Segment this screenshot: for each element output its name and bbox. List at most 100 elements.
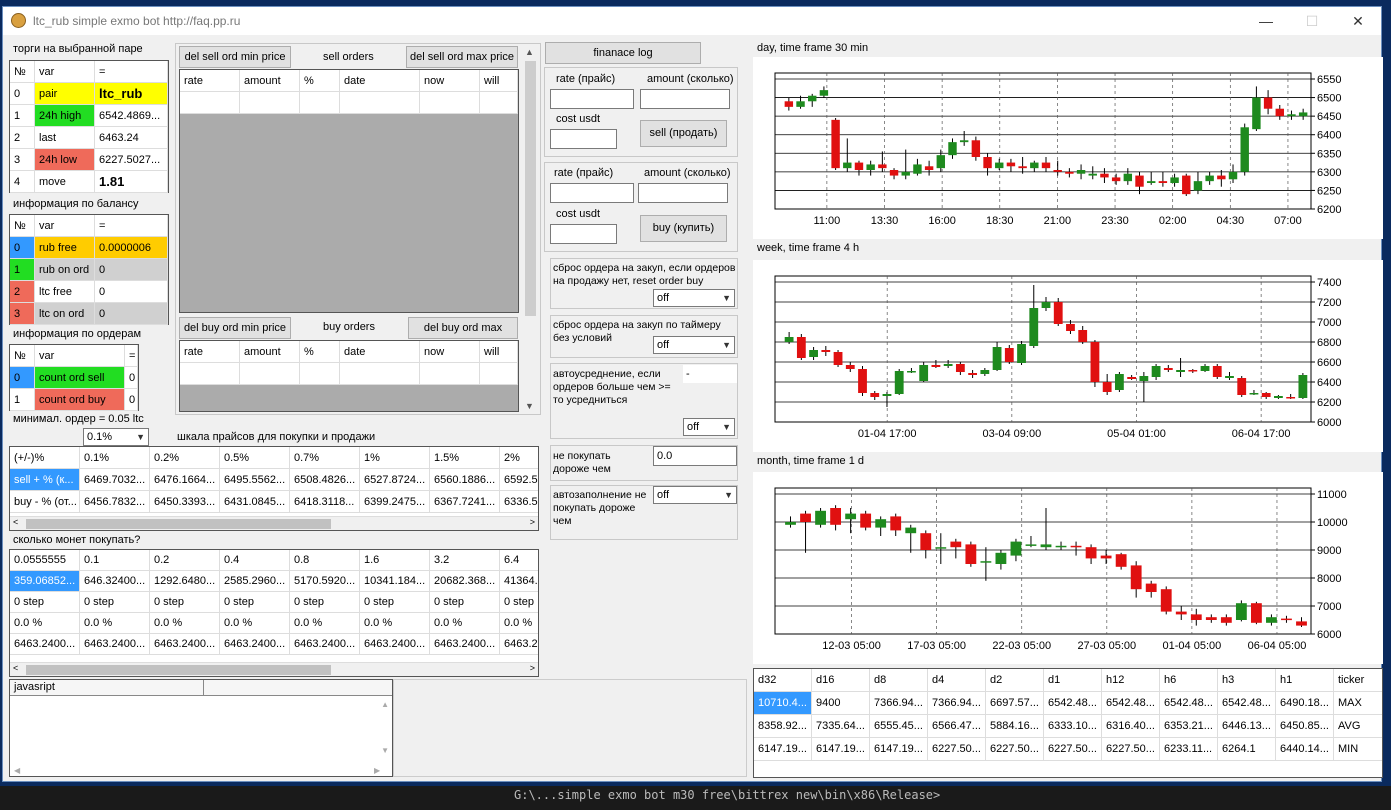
close-button[interactable]: ✕ [1335, 7, 1381, 35]
maximize-button[interactable]: ☐ [1289, 7, 1335, 35]
scrollbar-thumb[interactable] [525, 61, 536, 316]
cell[interactable]: last [35, 127, 95, 149]
cell[interactable]: pair [35, 83, 95, 105]
orders-grid[interactable]: № var = 0 count ord sell 0 1 count ord buy 0 [9, 344, 139, 411]
sell-cost-input[interactable] [550, 129, 617, 149]
candle-body [1160, 589, 1172, 612]
cell[interactable]: 24h low [35, 149, 95, 171]
avg-input[interactable]: - [683, 365, 737, 383]
header-cell: date [340, 70, 420, 92]
cell[interactable]: ltc on ord [35, 303, 95, 325]
cell[interactable]: move [35, 171, 95, 193]
cell[interactable]: count ord buy [35, 389, 125, 411]
candle-body [1200, 366, 1210, 371]
candle-body [1066, 324, 1075, 331]
del-sell-max-button[interactable]: del sell ord max price [406, 46, 518, 68]
empty-cell[interactable] [300, 92, 340, 114]
candle-body [785, 522, 796, 525]
candle-body [1190, 614, 1202, 620]
buy-rate-input[interactable] [550, 183, 634, 203]
minimize-button[interactable]: — [1243, 7, 1289, 35]
avg-select[interactable]: off ▼ [683, 418, 735, 436]
empty-cell[interactable] [340, 92, 420, 114]
empty-cell[interactable] [420, 92, 480, 114]
horizontal-scrollbar[interactable]: < > [10, 516, 538, 530]
scroll-up-icon[interactable]: ▲ [381, 700, 389, 709]
candle-body [965, 544, 977, 564]
candle-body [992, 347, 1002, 370]
coins-grid[interactable]: 0.0555555 0.1 0.2 0.4 0.8 1.6 3.2 6.4 359.06852.… [9, 549, 539, 677]
empty-cell[interactable] [240, 92, 300, 114]
candle-body [1053, 170, 1062, 172]
cell[interactable]: rub on ord [35, 259, 95, 281]
sell-rate-input[interactable] [550, 89, 634, 109]
header-cell: var [35, 345, 125, 367]
buy-button[interactable]: buy (купить) [640, 215, 727, 242]
orders-scrollbar[interactable]: ▲ ▼ [522, 45, 539, 413]
scroll-up-icon[interactable]: ▲ [525, 47, 534, 57]
scroll-down-icon[interactable]: ▼ [381, 746, 389, 755]
price-scale-grid[interactable]: (+/-)% 0.1% 0.2% 0.5% 0.7% 1% 1.5% 2% sell + % (… [9, 446, 539, 531]
buy-cost-input[interactable] [550, 224, 617, 244]
del-buy-max-button[interactable]: del buy ord max [408, 317, 518, 339]
del-sell-min-button[interactable]: del sell ord min price [179, 46, 291, 68]
buy-amount-input[interactable] [638, 183, 728, 203]
empty-cell[interactable] [300, 363, 340, 385]
del-buy-min-button[interactable]: del buy ord min price [179, 317, 291, 339]
nobuy-input[interactable]: 0.0 [653, 446, 737, 466]
scroll-down-icon[interactable]: ▼ [525, 401, 534, 411]
reset1-select[interactable]: off ▼ [653, 289, 735, 307]
pair-grid[interactable]: № var = 0 pair ltc_rub 1 24h high 6542.4869... 2 l… [9, 60, 169, 193]
javascript-panel[interactable]: javasript ▲ ▼ ◀ ▶ [9, 679, 393, 777]
balance-grid[interactable]: № var = 0 rub free 0.0000006 1 rub on ord 0 2 ltc … [9, 214, 169, 325]
nobuy-text: не покупать дороже чем [553, 450, 611, 475]
empty-cell[interactable] [180, 92, 240, 114]
cell: 0 step [220, 592, 290, 613]
chevron-down-icon: ▼ [722, 340, 731, 350]
reset2-select[interactable]: off ▼ [653, 336, 735, 354]
candle-body [913, 164, 922, 174]
candle-body [1115, 554, 1127, 567]
horizontal-scrollbar[interactable]: < > [10, 662, 538, 676]
scrollbar-thumb[interactable] [26, 665, 331, 675]
empty-cell[interactable] [480, 92, 518, 114]
empty-cell[interactable] [340, 363, 420, 385]
empty-cell[interactable] [480, 363, 518, 385]
x-tick-label: 06-04 05:00 [1248, 640, 1307, 652]
autofill-select[interactable]: off ▼ [653, 486, 737, 504]
scroll-right-icon[interactable]: ▶ [374, 766, 380, 775]
cell[interactable]: count ord sell [35, 367, 125, 389]
finance-log-button[interactable]: finanace log [545, 42, 701, 64]
min-order-select[interactable]: 0.1% ▼ [83, 428, 149, 446]
scroll-right-icon[interactable]: > [530, 663, 535, 673]
x-tick-label: 06-04 17:00 [1232, 428, 1291, 440]
candle-body [809, 350, 818, 357]
cell: sell + % (к... [10, 469, 80, 491]
cell[interactable]: ltc free [35, 281, 95, 303]
candle-body [1193, 181, 1203, 191]
scroll-left-icon[interactable]: < [13, 517, 18, 527]
empty-cell[interactable] [420, 363, 480, 385]
empty-cell[interactable] [240, 363, 300, 385]
cell[interactable]: rub free [35, 237, 95, 259]
cell: 0 step [80, 592, 150, 613]
cell: 7366.94... [928, 692, 986, 715]
javascript-tab[interactable]: javasript [10, 680, 204, 696]
scroll-left-icon[interactable]: ◀ [14, 766, 20, 775]
stats-grid[interactable]: d32 d16 d8 d4 d2 d1 h12 h6 h3 h1 ticker 10710.4... 9… [753, 668, 1383, 778]
sell-orders-grid[interactable]: rate amount% date now will [179, 69, 519, 313]
buy-orders-grid[interactable]: rate amount% date now will [179, 340, 519, 412]
y-tick-label: 6400 [1317, 377, 1341, 389]
sell-button[interactable]: sell (продать) [640, 120, 727, 147]
header-cell: 1.5% [430, 447, 500, 469]
sell-amount-input[interactable] [640, 89, 730, 109]
header-cell: d2 [986, 669, 1044, 692]
candle-body [1274, 396, 1283, 398]
cell[interactable]: 24h high [35, 105, 95, 127]
scroll-left-icon[interactable]: < [13, 663, 18, 673]
scrollbar-thumb[interactable] [26, 519, 331, 529]
candle-body [1175, 611, 1187, 615]
candle-body [1151, 366, 1161, 377]
empty-cell[interactable] [180, 363, 240, 385]
scroll-right-icon[interactable]: > [530, 517, 535, 527]
